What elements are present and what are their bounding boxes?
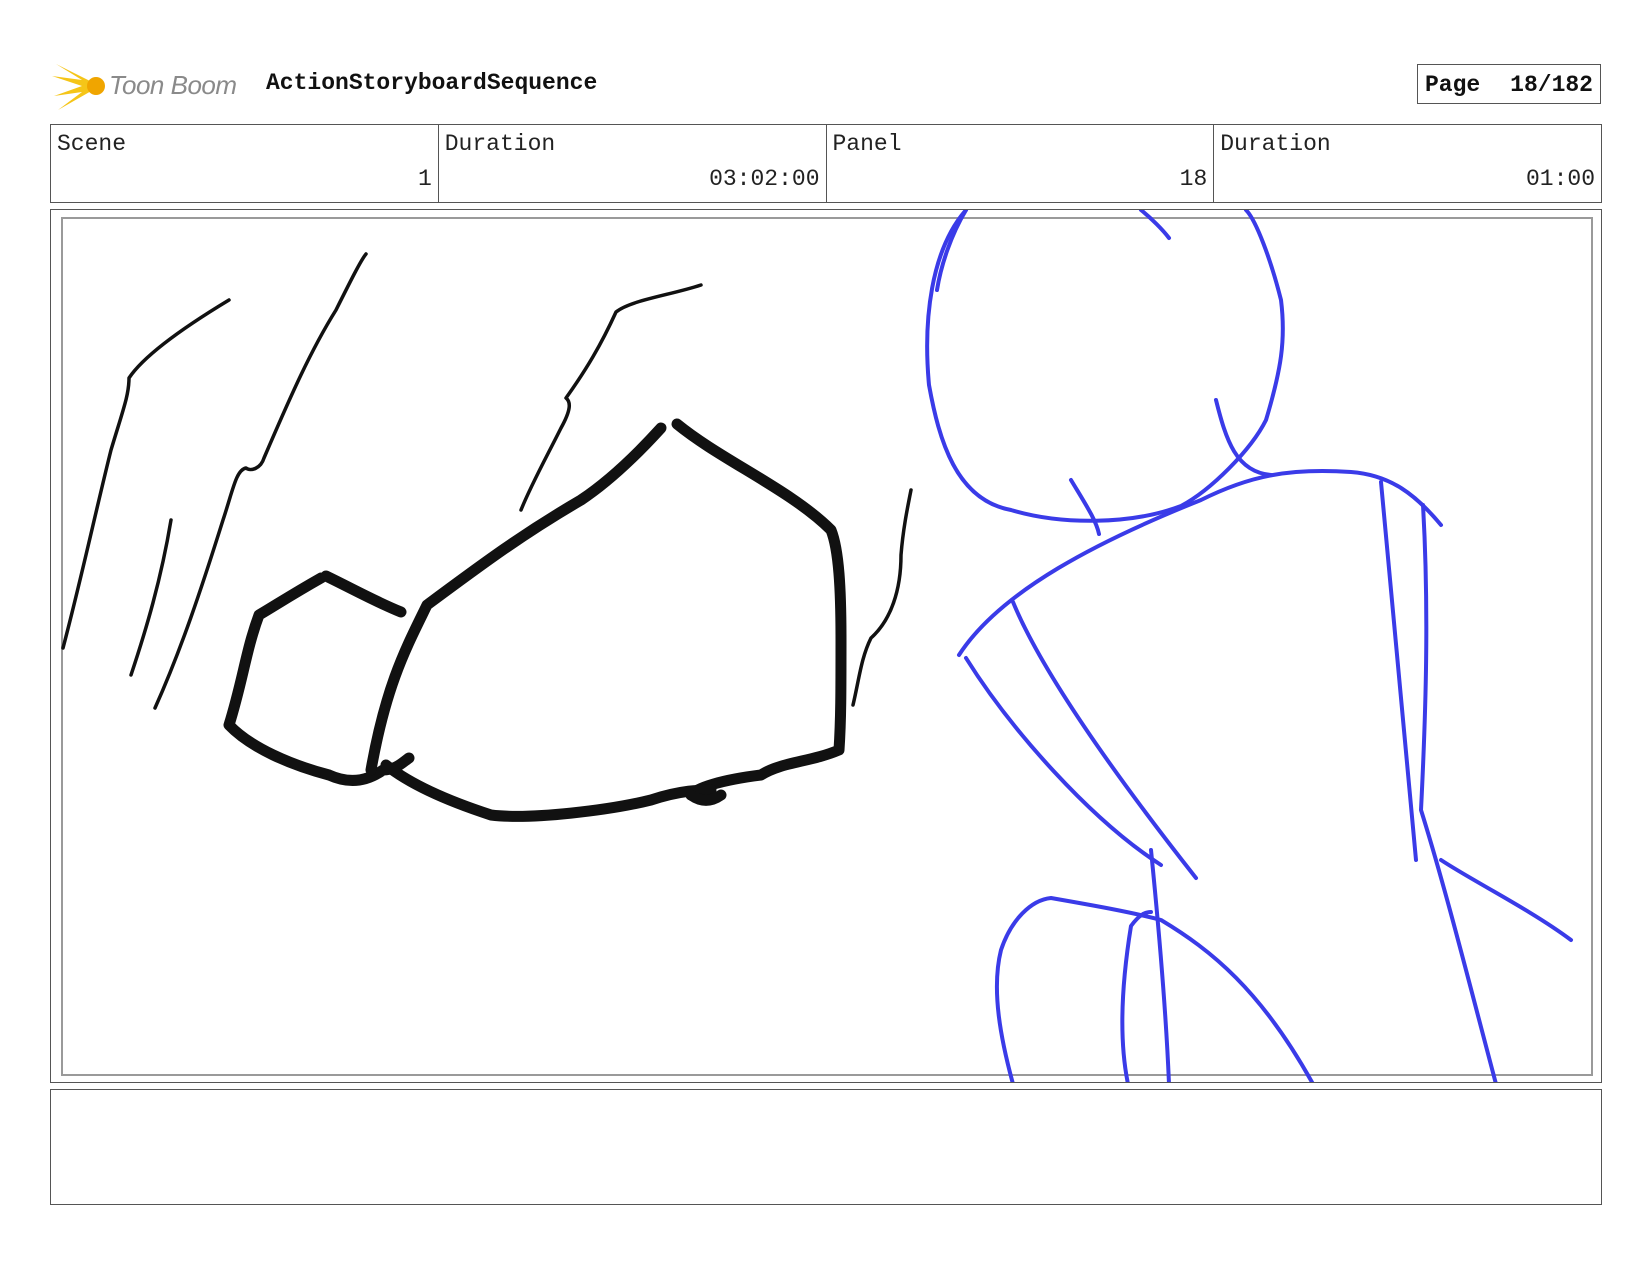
panel-sketch bbox=[61, 210, 1593, 1082]
sequence-title: ActionStoryboardSequence bbox=[266, 70, 598, 96]
speed-lines bbox=[61, 252, 913, 710]
panel-duration-label: Duration bbox=[1220, 131, 1331, 157]
safe-area-frame bbox=[61, 217, 1593, 1076]
scene-label: Scene bbox=[57, 131, 127, 157]
panel-notes-box[interactable] bbox=[50, 1089, 1602, 1205]
logo-text: Toon Boom bbox=[109, 70, 237, 100]
scene-duration-label: Duration bbox=[444, 131, 556, 157]
scene-duration-cell: Duration 03:02:00 bbox=[439, 125, 827, 202]
scene-value: 1 bbox=[417, 166, 432, 192]
panel-image-frame bbox=[50, 209, 1602, 1083]
panel-cell: Panel 18 bbox=[827, 125, 1215, 202]
starburst-icon bbox=[52, 64, 105, 110]
page-indicator: Page 18/182 bbox=[1417, 64, 1601, 104]
panel-label: Panel bbox=[832, 131, 902, 157]
panel-duration-cell: Duration 01:00 bbox=[1214, 125, 1601, 202]
panel-value: 18 bbox=[1179, 166, 1208, 192]
page-number: 18/182 bbox=[1510, 72, 1593, 98]
panel-duration-value: 01:00 bbox=[1525, 166, 1595, 192]
scene-cell: Scene 1 bbox=[51, 125, 439, 202]
character-figure bbox=[925, 210, 1573, 1082]
scene-duration-value: 03:02:00 bbox=[709, 166, 820, 192]
toon-boom-logo: Toon Boom bbox=[52, 58, 252, 114]
panel-info-row: Scene 1 Duration 03:02:00 Panel 18 Durat… bbox=[50, 124, 1602, 203]
page-label: Page bbox=[1425, 72, 1481, 98]
